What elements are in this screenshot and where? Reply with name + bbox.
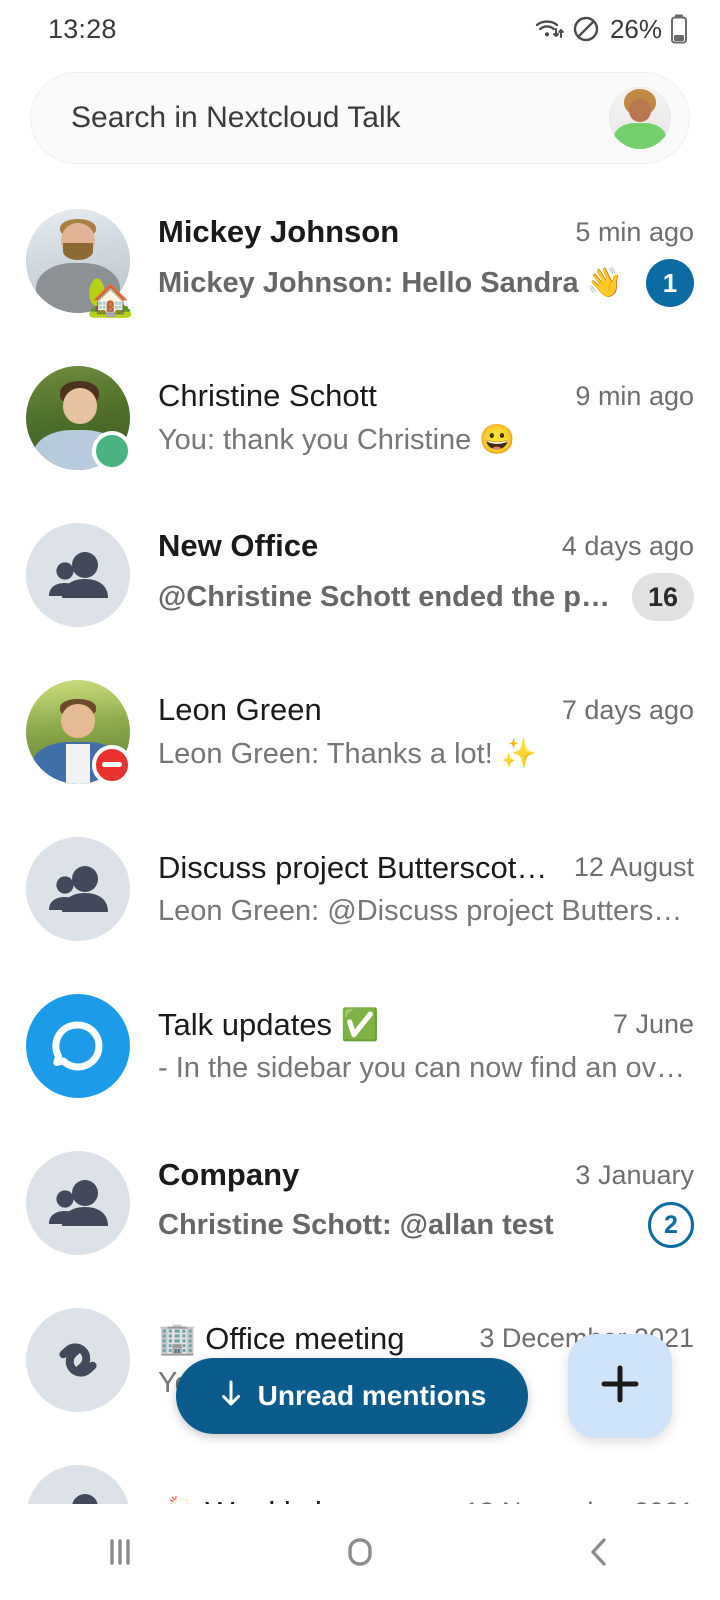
mention-count-badge: 1: [646, 259, 694, 307]
conversation-row[interactable]: Christine Schott 9 min ago You: thank you …: [0, 339, 720, 496]
unread-count-badge: 16: [632, 573, 694, 621]
conversation-timestamp: 4 days ago: [561, 530, 694, 561]
status-bar-indicators: 26%: [534, 14, 688, 45]
conversation-details: New Office 4 days ago @Christine Schott en…: [158, 528, 694, 621]
conversation-avatar[interactable]: [26, 679, 132, 785]
conversation-details: Talk updates ✅ 7 June - In the sidebar you…: [158, 1006, 694, 1085]
battery-percent-label: 26%: [609, 13, 662, 44]
conversation-avatar[interactable]: [26, 1150, 130, 1255]
conversation-avatar[interactable]: [26, 522, 130, 627]
talk-logo-avatar: [26, 993, 130, 1098]
plus-icon: [597, 1361, 643, 1412]
link-icon: [59, 1342, 97, 1377]
conversation-title: 🏢 Office meeting: [158, 1320, 405, 1356]
conversation-last-message: @Christine Schott ended the poll…: [158, 580, 620, 613]
conversation-last-message: Christine Schott: @allan test: [158, 1208, 554, 1241]
home-icon[interactable]: [337, 1529, 383, 1575]
do-not-disturb-icon: [572, 15, 600, 43]
conversation-timestamp: 12 August: [573, 852, 694, 882]
conversation-title: Discuss project Butterscot…: [158, 849, 548, 885]
group-avatar: [26, 522, 130, 627]
conversation-timestamp: 7 June: [612, 1009, 694, 1039]
conversation-row[interactable]: New Office 4 days ago @Christine Schott en…: [0, 496, 720, 653]
battery-low-icon: [670, 14, 688, 44]
conversation-last-message: You: thank you Christine 😀: [158, 424, 516, 456]
recents-icon[interactable]: [97, 1529, 143, 1575]
group-icon: [49, 1179, 108, 1226]
android-navigation-bar[interactable]: [0, 1504, 720, 1600]
conversation-avatar[interactable]: [26, 365, 132, 471]
conversation-details: Christine Schott 9 min ago You: thank you …: [158, 378, 694, 457]
conversation-last-message: Leon Green: @Discuss project Butterscot…: [158, 894, 694, 927]
search-input[interactable]: Search in Nextcloud Talk: [71, 101, 401, 135]
status-emoji: 🏡: [86, 276, 134, 319]
unread-mentions-label: Unread mentions: [257, 1380, 487, 1411]
conversation-last-message: - In the sidebar you can now find an ove…: [158, 1052, 694, 1084]
unread-mentions-button[interactable]: Unread mentions: [176, 1358, 528, 1434]
wifi-transfer-icon: [534, 15, 564, 43]
presence-online-indicator: [92, 430, 132, 471]
conversation-timestamp: 7 days ago: [561, 694, 694, 725]
profile-avatar-button[interactable]: [609, 87, 671, 149]
group-avatar: [26, 836, 130, 941]
conversation-details: Mickey Johnson 5 min ago Mickey Johnson: H…: [158, 214, 694, 307]
conversation-title: Talk updates ✅: [158, 1007, 380, 1042]
group-avatar: [26, 1150, 130, 1255]
status-bar-clock: 13:28: [48, 13, 117, 44]
status-bar: 13:28 26%: [0, 0, 720, 58]
arrow-down-icon: [218, 1379, 244, 1414]
conversation-avatar[interactable]: [26, 836, 130, 941]
presence-dnd-indicator: [92, 744, 132, 785]
conversation-row[interactable]: Discuss project Butterscot… 12 August Leon…: [0, 810, 720, 967]
conversation-timestamp: 9 min ago: [575, 380, 694, 411]
conversation-timestamp: 3 January: [575, 1159, 694, 1190]
talk-speech-bubble-icon: [52, 1020, 103, 1070]
conversation-details: Company 3 January Christine Schott: @allan…: [158, 1157, 694, 1248]
conversation-timestamp: 5 min ago: [575, 216, 694, 247]
conversation-row[interactable]: Company 3 January Christine Schott: @allan…: [0, 1124, 720, 1281]
conversation-title: Christine Schott: [158, 378, 377, 413]
conversation-row[interactable]: Leon Green 7 days ago Leon Green: Thanks a…: [0, 653, 720, 810]
conversation-row[interactable]: Talk updates ✅ 7 June - In the sidebar you…: [0, 967, 720, 1124]
conversation-title: Leon Green: [158, 692, 322, 727]
back-icon[interactable]: [577, 1529, 623, 1575]
conversation-title: New Office: [158, 528, 319, 563]
conversation-last-message: Mickey Johnson: Hello Sandra 👋: [158, 267, 623, 299]
conversation-avatar[interactable]: [26, 1307, 130, 1412]
conversation-details: Discuss project Butterscot… 12 August Leon…: [158, 850, 694, 928]
search-bar[interactable]: Search in Nextcloud Talk: [30, 72, 690, 164]
conversation-details: Leon Green 7 days ago Leon Green: Thanks a…: [158, 692, 694, 771]
conversation-title: Company: [158, 1157, 300, 1192]
conversation-row[interactable]: 🏡 Mickey Johnson 5 min ago Mickey Johnson: …: [0, 182, 720, 339]
link-avatar: [26, 1307, 130, 1412]
nextcloud-talk-conversation-list-screen: 13:28 26% Search in Nextcloud Talk 🏡 Mic…: [0, 0, 720, 1600]
conversation-avatar[interactable]: [26, 993, 130, 1098]
new-conversation-fab[interactable]: [568, 1334, 672, 1438]
conversation-title: Mickey Johnson: [158, 214, 400, 249]
mention-count-badge: 2: [648, 1202, 694, 1248]
group-icon: [49, 551, 108, 598]
conversation-avatar[interactable]: 🏡: [26, 208, 134, 317]
group-icon: [49, 865, 108, 912]
conversation-last-message: Leon Green: Thanks a lot! ✨: [158, 738, 537, 770]
